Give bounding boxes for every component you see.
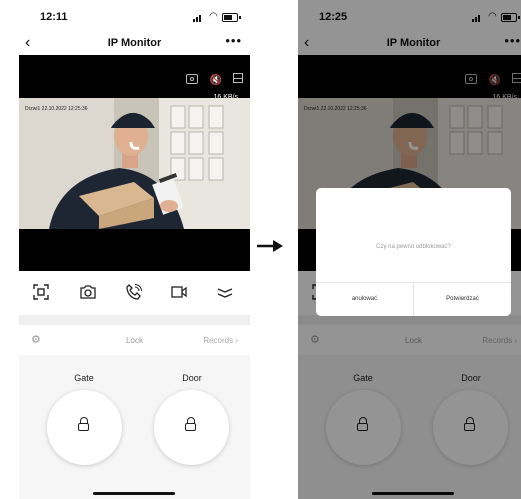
more-icon[interactable]: ••• bbox=[225, 34, 242, 48]
records-link[interactable]: Records › bbox=[203, 336, 238, 345]
page-title: IP Monitor bbox=[107, 37, 162, 49]
phone-screen-confirm: 12:25 ◠ ‹ IP Monitor ••• 🔇 16 KB/s Drzwi… bbox=[298, 0, 521, 499]
dialog-actions: anulować Potwierdzać bbox=[316, 282, 511, 316]
speaker-mute-icon[interactable]: 🔇 bbox=[210, 75, 222, 87]
nav-bar: ‹ IP Monitor ••• bbox=[19, 34, 250, 54]
snapshot-icon[interactable] bbox=[186, 74, 199, 84]
status-bar: 12:11 ◠ bbox=[19, 0, 250, 34]
signal-icon bbox=[193, 19, 195, 22]
screenshot-icon[interactable] bbox=[33, 284, 49, 300]
door-label: Door bbox=[182, 373, 202, 383]
video-toolbar: 🔇 bbox=[179, 70, 243, 88]
wifi-icon: ◠ bbox=[209, 11, 218, 22]
phone-screen-live: 12:11 ◠ ‹ IP Monitor ••• 🔇 16 KB/s Drzwi… bbox=[19, 0, 250, 499]
cancel-button[interactable]: anulować bbox=[316, 283, 414, 316]
status-icons: ◠ bbox=[193, 12, 241, 22]
confirm-button[interactable]: Potwierdzać bbox=[414, 283, 511, 316]
video-feed[interactable]: 🔇 16 KB/s Drzwi1 22.10.2022 12:25:36 bbox=[19, 55, 250, 271]
phone-icon[interactable] bbox=[126, 284, 142, 300]
arrow-right-icon bbox=[257, 240, 283, 252]
camera-image: Drzwi1 22.10.2022 12:25:36 bbox=[19, 98, 250, 229]
status-time: 12:11 bbox=[40, 11, 68, 23]
door-unlock-button[interactable] bbox=[154, 390, 229, 465]
home-indicator bbox=[93, 492, 175, 495]
confirm-dialog: Czy na pewno odblokować? anulować Potwie… bbox=[316, 188, 511, 316]
courier-photo bbox=[19, 98, 250, 229]
gate-unlock-button[interactable] bbox=[47, 390, 122, 465]
battery-icon bbox=[222, 13, 238, 22]
camera-icon[interactable] bbox=[80, 284, 96, 300]
lock-icon bbox=[78, 417, 89, 431]
lock-header: ⚙ Lock Records › bbox=[19, 325, 250, 355]
lock-panel: Gate Door bbox=[19, 355, 250, 499]
lock-icon bbox=[185, 417, 196, 431]
video-timestamp: Drzwi1 22.10.2022 12:25:36 bbox=[25, 106, 88, 112]
gate-label: Gate bbox=[74, 373, 94, 383]
collapse-icon[interactable] bbox=[217, 284, 233, 300]
call-controls bbox=[19, 271, 250, 315]
video-record-icon[interactable] bbox=[171, 284, 187, 300]
dialog-message: Czy na pewno odblokować? bbox=[376, 244, 451, 250]
fullscreen-icon[interactable] bbox=[233, 73, 243, 83]
divider bbox=[19, 315, 250, 325]
